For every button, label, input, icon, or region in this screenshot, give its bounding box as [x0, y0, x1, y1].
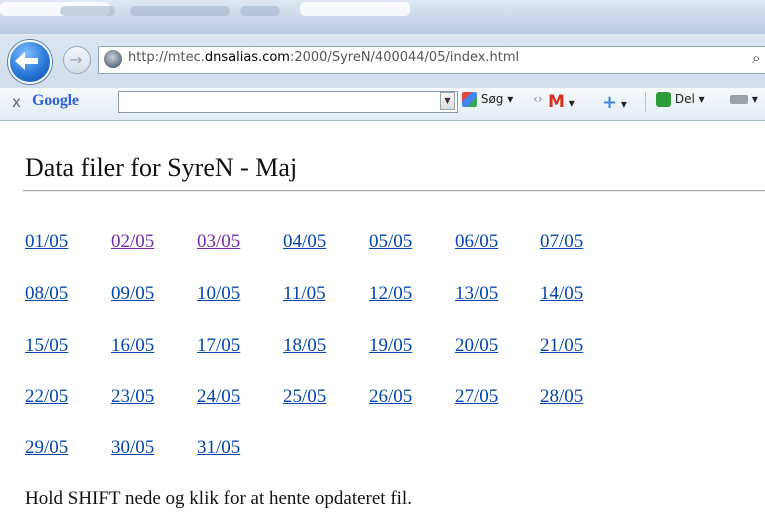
address-url[interactable]: http://mtec.dnsalias.com:2000/SyreN/4000…: [128, 50, 519, 65]
date-link[interactable]: 29/05: [25, 437, 68, 459]
forward-arrow-icon[interactable]: [63, 46, 91, 74]
date-link[interactable]: 26/05: [369, 386, 412, 408]
date-link[interactable]: 05/05: [369, 231, 412, 253]
date-link[interactable]: 21/05: [540, 335, 583, 357]
date-link[interactable]: 13/05: [455, 283, 498, 305]
date-link[interactable]: 24/05: [197, 386, 240, 408]
date-link[interactable]: 27/05: [455, 386, 498, 408]
date-link[interactable]: 10/05: [197, 283, 240, 305]
date-link[interactable]: 16/05: [111, 335, 154, 357]
date-link[interactable]: 28/05: [540, 386, 583, 408]
search-go-icon: [462, 92, 477, 107]
site-globe-icon: [104, 50, 122, 68]
date-link[interactable]: 31/05: [197, 437, 240, 459]
title-divider: [23, 190, 765, 191]
share-icon: [656, 92, 671, 107]
date-link[interactable]: 19/05: [369, 335, 412, 357]
bookmark-button[interactable]: ▾: [730, 92, 758, 106]
date-link[interactable]: 23/05: [111, 386, 154, 408]
plus-icon: +: [602, 92, 618, 113]
bookmark-icon: [730, 95, 748, 104]
date-link[interactable]: 20/05: [455, 335, 498, 357]
share-button-label: Del: [674, 92, 695, 106]
google-logo[interactable]: Google: [32, 92, 79, 110]
date-link[interactable]: 03/05: [197, 231, 240, 253]
date-link[interactable]: 15/05: [25, 335, 68, 357]
date-link[interactable]: 08/05: [25, 283, 68, 305]
date-link[interactable]: 22/05: [25, 386, 68, 408]
date-link[interactable]: 12/05: [369, 283, 412, 305]
date-link[interactable]: 18/05: [283, 335, 326, 357]
back-arrow-icon[interactable]: [8, 40, 52, 84]
date-link[interactable]: 04/05: [283, 231, 326, 253]
date-link[interactable]: 07/05: [540, 231, 583, 253]
title-bar-glare: [300, 2, 410, 16]
blurred-title-fragment: [240, 6, 280, 16]
date-link[interactable]: 01/05: [25, 231, 68, 253]
google-search-input[interactable]: [118, 91, 458, 113]
add-button[interactable]: + ▾: [602, 92, 627, 113]
search-history-dropdown[interactable]: ▼: [440, 92, 455, 110]
blurred-title-fragment: [60, 6, 115, 16]
gmail-icon: M: [548, 92, 565, 112]
date-link[interactable]: 11/05: [283, 283, 326, 305]
footer-instruction: Hold SHIFT nede og klik for at hente opd…: [25, 488, 412, 509]
window-title-bar: [0, 0, 765, 34]
toolbar-close-button[interactable]: x: [12, 93, 21, 111]
share-button[interactable]: Del ▾: [656, 92, 705, 107]
search-button[interactable]: Søg ▾: [462, 92, 513, 107]
toolbar-arrows-icon[interactable]: ‹›: [533, 92, 543, 106]
gmail-button[interactable]: M ▾: [548, 92, 575, 112]
date-link[interactable]: 30/05: [111, 437, 154, 459]
google-logo-text: Google: [32, 92, 79, 109]
date-link[interactable]: 14/05: [540, 283, 583, 305]
date-link[interactable]: 06/05: [455, 231, 498, 253]
page-title: Data filer for SyreN - Maj: [25, 153, 298, 182]
blurred-title-fragment: [130, 6, 230, 16]
date-link[interactable]: 17/05: [197, 335, 240, 357]
date-link[interactable]: 02/05: [111, 231, 154, 253]
search-button-label: Søg: [480, 92, 504, 106]
toolbar-divider: [645, 92, 646, 112]
date-link[interactable]: 25/05: [283, 386, 326, 408]
search-icon[interactable]: ⌕: [752, 49, 760, 67]
date-link[interactable]: 09/05: [111, 283, 154, 305]
